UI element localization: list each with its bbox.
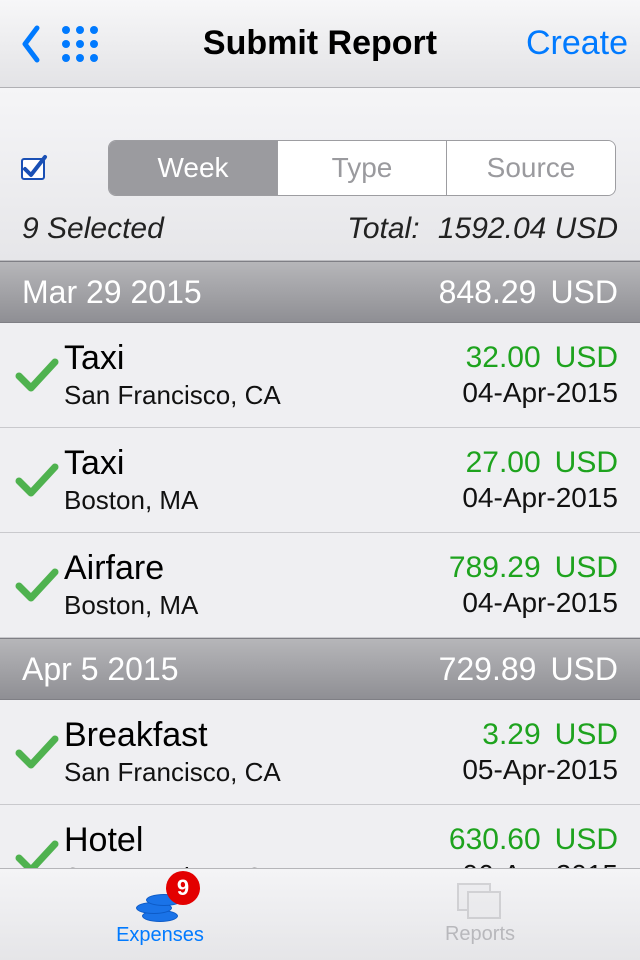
expense-title: Hotel	[64, 821, 388, 860]
expense-row[interactable]: AirfareBoston, MA789.29USD04-Apr-2015	[0, 533, 640, 638]
expense-amount: 789.29USD	[388, 551, 618, 585]
filter-tab-type[interactable]: Type	[278, 141, 447, 195]
expense-title: Breakfast	[64, 716, 388, 755]
expense-amount: 3.29USD	[388, 718, 618, 752]
row-right: 32.00USD04-Apr-2015	[388, 341, 618, 409]
expense-location: San Francisco, CA	[64, 380, 388, 411]
row-main: TaxiSan Francisco, CA	[64, 339, 388, 411]
expense-title: Taxi	[64, 339, 388, 378]
total-label: Total:	[347, 212, 419, 245]
filter-tab-week[interactable]: Week	[109, 141, 278, 195]
section-header: Apr 5 2015 729.89USD	[0, 638, 640, 700]
expense-date: 05-Apr-2015	[388, 754, 618, 786]
reports-icon	[457, 883, 503, 921]
section-date: Apr 5 2015	[22, 651, 179, 688]
tab-reports-label: Reports	[445, 923, 515, 946]
chevron-left-icon	[19, 24, 41, 64]
checkbox-checked-icon	[19, 153, 49, 183]
row-right: 789.29USD04-Apr-2015	[388, 551, 618, 619]
expense-amount: 32.00USD	[388, 341, 618, 375]
expense-title: Airfare	[64, 549, 388, 588]
back-button[interactable]	[12, 18, 48, 70]
section-date: Mar 29 2015	[22, 274, 202, 311]
expense-date: 04-Apr-2015	[388, 377, 618, 409]
nav-left	[12, 18, 102, 70]
selected-count: 9 Selected	[22, 212, 164, 246]
row-main: AirfareBoston, MA	[64, 549, 388, 621]
expense-location: Boston, MA	[64, 590, 388, 621]
expenses-badge: 9	[166, 871, 200, 905]
section-total: 729.89USD	[439, 651, 618, 688]
section-header: Mar 29 2015 848.29USD	[0, 261, 640, 323]
tab-reports[interactable]: Reports	[320, 869, 640, 960]
row-right: 3.29USD05-Apr-2015	[388, 718, 618, 786]
total-value: 1592.04 USD	[438, 212, 618, 245]
expense-amount: 27.00USD	[388, 446, 618, 480]
row-main: TaxiBoston, MA	[64, 444, 388, 516]
select-all-checkbox[interactable]	[18, 152, 50, 184]
section-total: 848.29USD	[439, 274, 618, 311]
expense-location: Boston, MA	[64, 485, 388, 516]
expense-row[interactable]: BreakfastSan Francisco, CA3.29USD05-Apr-…	[0, 700, 640, 805]
filter-bar: Week Type Source 9 Selected Total: 1592.…	[0, 88, 640, 261]
tab-expenses-label: Expenses	[116, 924, 204, 947]
expense-date: 04-Apr-2015	[388, 587, 618, 619]
expense-date: 04-Apr-2015	[388, 482, 618, 514]
check-icon	[8, 352, 64, 398]
expense-list[interactable]: Mar 29 2015848.29USDTaxiSan Francisco, C…	[0, 261, 640, 960]
expense-row[interactable]: TaxiBoston, MA27.00USD04-Apr-2015	[0, 428, 640, 533]
tab-bar: 9 Expenses Reports	[0, 868, 640, 960]
navbar: Submit Report Create	[0, 0, 640, 88]
tab-expenses[interactable]: 9 Expenses	[0, 869, 320, 960]
apps-grid-button[interactable]	[58, 22, 102, 66]
summary-row: 9 Selected Total: 1592.04 USD	[0, 206, 640, 260]
check-icon	[8, 562, 64, 608]
row-main: BreakfastSan Francisco, CA	[64, 716, 388, 788]
expense-location: San Francisco, CA	[64, 757, 388, 788]
create-button[interactable]: Create	[526, 24, 628, 63]
expense-amount: 630.60USD	[388, 823, 618, 857]
expense-row[interactable]: TaxiSan Francisco, CA32.00USD04-Apr-2015	[0, 323, 640, 428]
total: Total: 1592.04 USD	[347, 212, 618, 246]
expense-title: Taxi	[64, 444, 388, 483]
filter-tab-source[interactable]: Source	[447, 141, 615, 195]
filter-segmented-control: Week Type Source	[108, 140, 616, 196]
check-icon	[8, 457, 64, 503]
check-icon	[8, 729, 64, 775]
row-right: 27.00USD04-Apr-2015	[388, 446, 618, 514]
